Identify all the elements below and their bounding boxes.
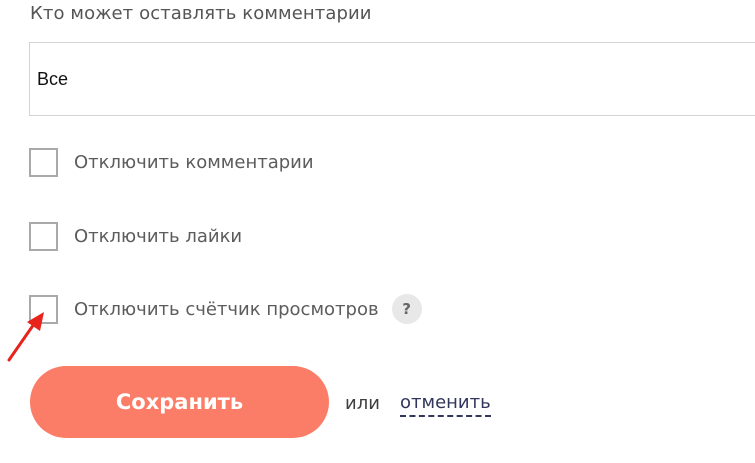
option-disable-comments[interactable]: Отключить комментарии <box>29 146 314 178</box>
save-button[interactable]: Сохранить <box>30 366 329 438</box>
disable-comments-checkbox[interactable] <box>29 147 58 177</box>
comments-permission-select[interactable]: Все <box>29 42 755 116</box>
or-text: или <box>345 393 380 414</box>
disable-view-counter-label[interactable]: Отключить счётчик просмотров <box>74 299 379 320</box>
select-value: Все <box>37 69 69 89</box>
comments-permission-label: Кто может оставлять комментарии <box>30 3 372 24</box>
red-arrow-icon <box>7 312 44 362</box>
disable-likes-label[interactable]: Отключить лайки <box>74 226 242 247</box>
cancel-link[interactable]: отменить <box>400 392 491 417</box>
disable-likes-checkbox[interactable] <box>29 221 58 251</box>
option-disable-view-counter[interactable]: Отключить счётчик просмотров ? <box>29 293 422 325</box>
option-disable-likes[interactable]: Отключить лайки <box>29 220 242 252</box>
disable-comments-label[interactable]: Отключить комментарии <box>74 152 314 173</box>
question-mark-icon[interactable]: ? <box>391 294 422 324</box>
